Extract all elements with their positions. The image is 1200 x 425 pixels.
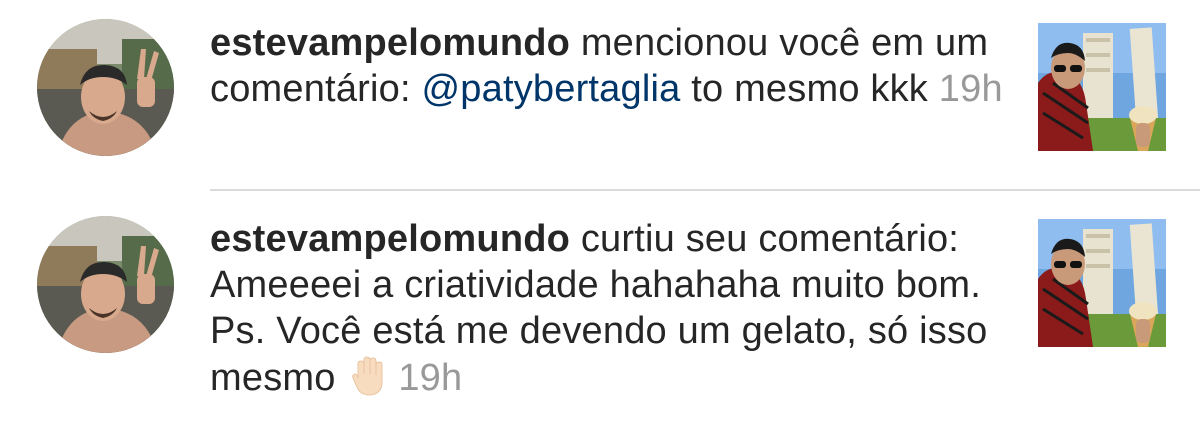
mention-link[interactable]: @patybertaglia <box>422 68 681 110</box>
avatar-photo-icon <box>37 19 174 156</box>
user-avatar[interactable] <box>37 19 174 156</box>
divider <box>210 189 1200 191</box>
post-thumbnail-photo-icon <box>1038 219 1166 347</box>
notification-text: estevampelomundo curtiu seu comentário: … <box>210 216 1010 401</box>
timestamp: 19h <box>938 68 1003 110</box>
post-thumbnail-photo-icon <box>1038 23 1166 151</box>
notification-item[interactable]: estevampelomundo mencionou você em um co… <box>0 0 1200 190</box>
post-thumbnail[interactable] <box>1038 23 1166 151</box>
comment-text: to mesmo kkk <box>680 68 929 110</box>
username-link[interactable]: estevampelomundo <box>210 218 570 260</box>
notification-text: estevampelomundo mencionou você em um co… <box>210 20 1010 112</box>
notification-item[interactable]: estevampelomundo curtiu seu comentário: … <box>0 192 1200 425</box>
user-avatar[interactable] <box>37 216 174 353</box>
post-thumbnail[interactable] <box>1038 219 1166 347</box>
username-link[interactable]: estevampelomundo <box>210 22 570 64</box>
timestamp: 19h <box>398 357 463 399</box>
raised-hand-icon <box>348 354 392 398</box>
avatar-photo-icon <box>37 216 174 353</box>
